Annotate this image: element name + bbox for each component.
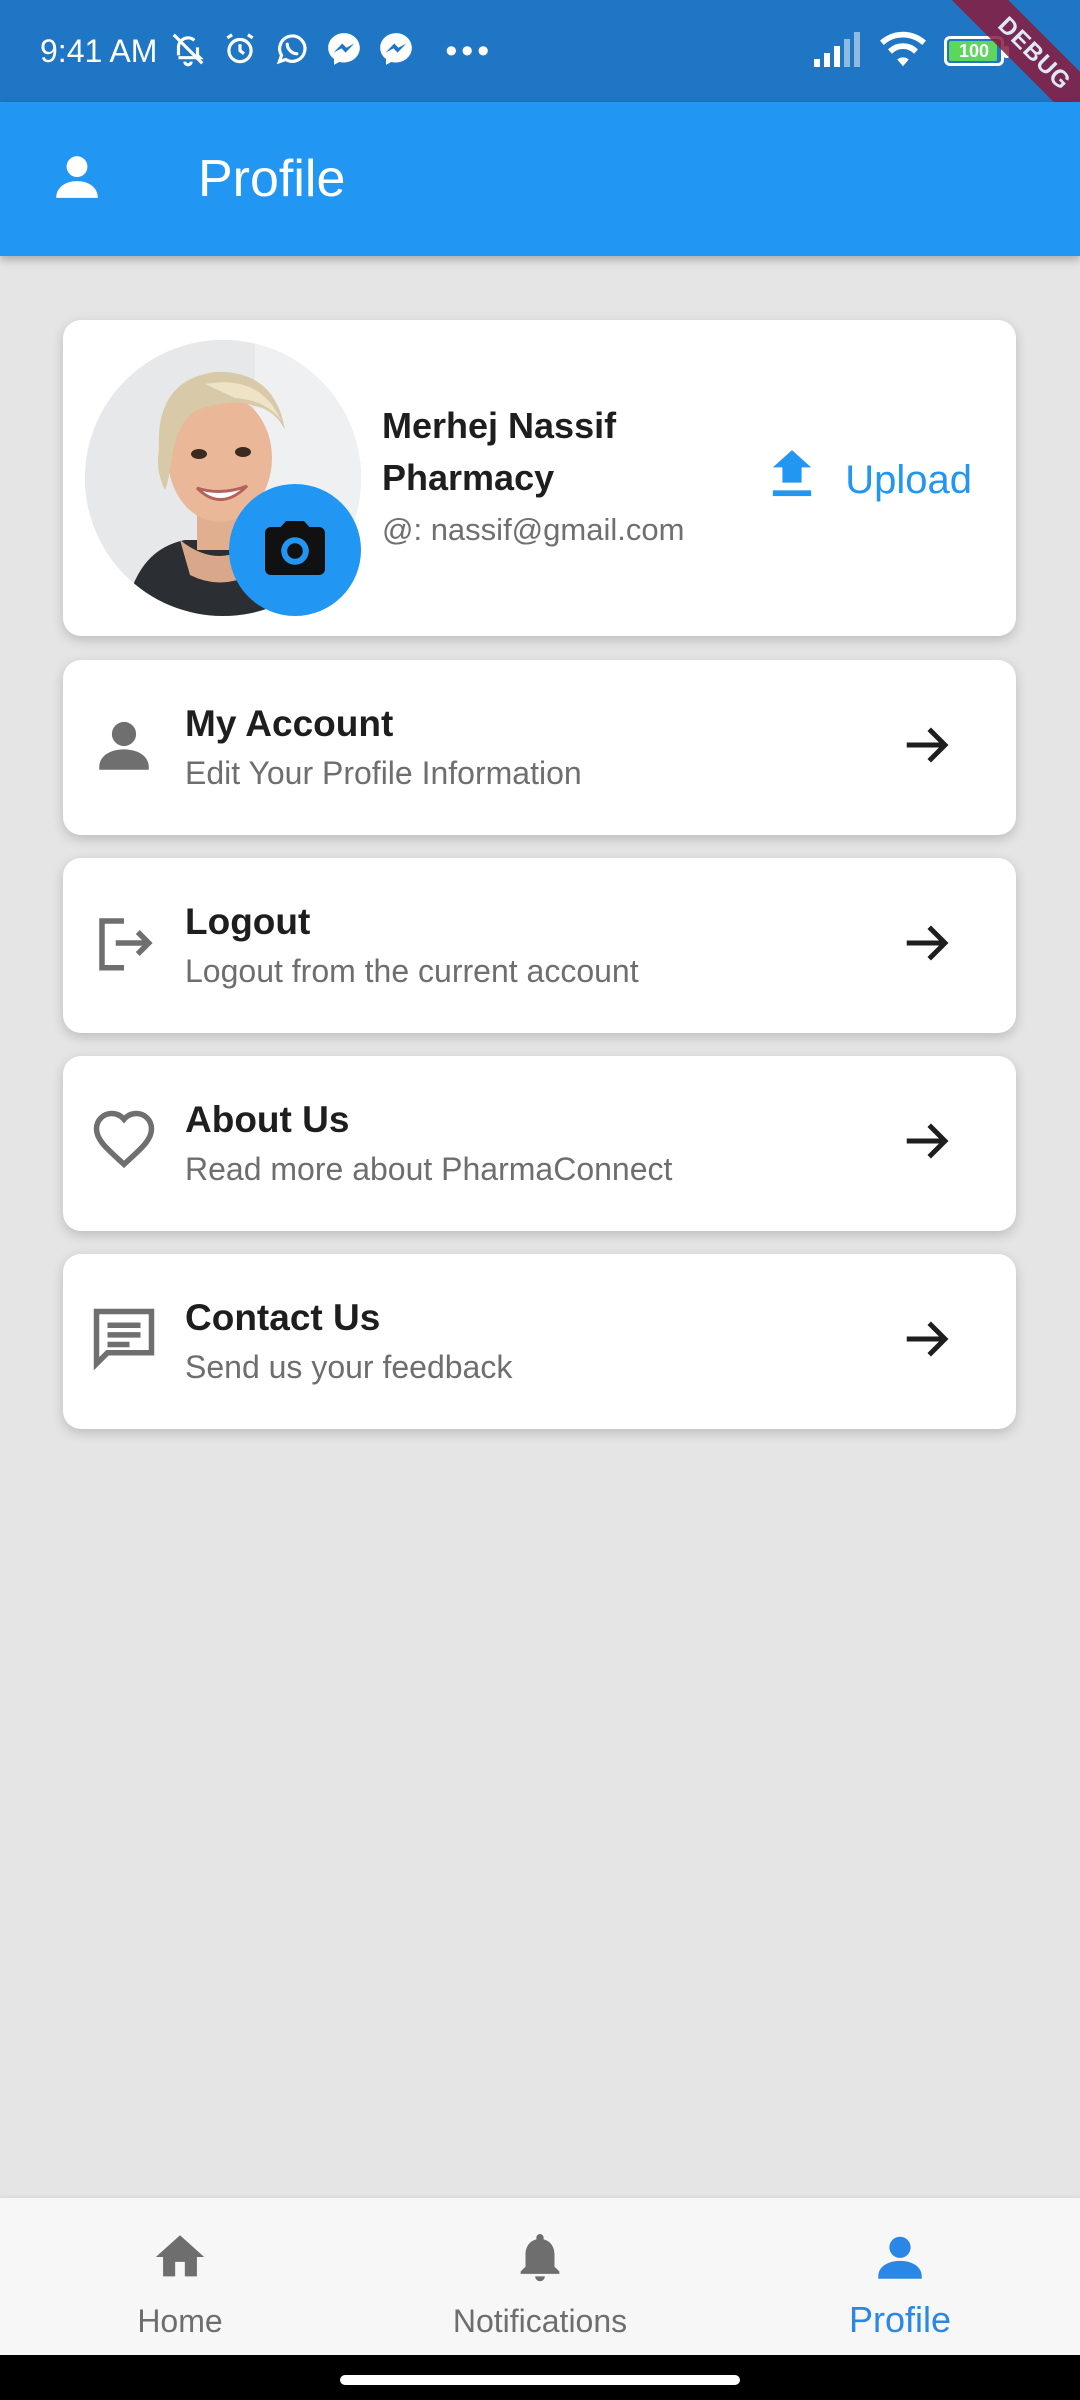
nav-item-home[interactable]: Home — [0, 2198, 360, 2355]
menu-item-title: Contact Us — [185, 1297, 381, 1338]
app-bar: Profile — [0, 102, 1080, 256]
menu-item-subtitle: Edit Your Profile Information — [185, 755, 582, 791]
person-icon — [63, 712, 157, 783]
status-bar: 9:41 AM ••• 100 DEBUG — [0, 0, 1080, 139]
menu-item-logout[interactable]: Logout Logout from the current account — [63, 858, 1016, 1033]
alarm-clock-icon — [221, 30, 259, 73]
signal-icon — [812, 31, 862, 72]
profile-info: Merhej Nassif Pharmacy @: nassif@gmail.c… — [382, 400, 742, 548]
upload-button[interactable]: Upload — [769, 450, 972, 510]
profile-email: @: nassif@gmail.com — [382, 512, 685, 547]
messenger-icon — [325, 30, 363, 73]
more-notifications-icon: ••• — [445, 32, 494, 70]
nav-item-label: Notifications — [452, 2303, 628, 2339]
menu-item-title: Logout — [185, 901, 311, 942]
menu-item-about-us[interactable]: About Us Read more about PharmaConnect — [63, 1056, 1016, 1231]
battery-level: 100 — [958, 40, 990, 61]
menu-item-title: About Us — [185, 1099, 350, 1140]
whatsapp-icon — [273, 30, 311, 73]
avatar-container — [85, 340, 361, 616]
profile-name: Merhej Nassif Pharmacy — [382, 405, 617, 498]
wifi-icon — [880, 31, 926, 72]
arrow-right-icon — [900, 916, 1016, 975]
home-icon — [151, 2228, 209, 2291]
menu-item-text: About Us Read more about PharmaConnect — [185, 1099, 900, 1188]
system-icons: 100 — [812, 31, 1009, 72]
person-icon — [871, 2228, 929, 2291]
bell-icon — [511, 2228, 569, 2291]
nav-item-label: Profile — [848, 2299, 952, 2340]
menu-item-subtitle: Logout from the current account — [185, 953, 639, 989]
chat-icon — [63, 1306, 157, 1377]
bottom-navigation: Home Notifications Profile — [0, 2198, 1080, 2355]
upload-label: Upload — [845, 457, 972, 502]
status-time: 9:41 AM — [40, 32, 158, 69]
home-indicator[interactable] — [340, 2375, 740, 2385]
nav-item-notifications[interactable]: Notifications — [360, 2198, 720, 2355]
nav-item-profile[interactable]: Profile — [720, 2198, 1080, 2355]
menu-item-text: Contact Us Send us your feedback — [185, 1297, 900, 1386]
arrow-right-icon — [900, 1312, 1016, 1371]
menu-item-title: My Account — [185, 703, 394, 744]
menu-item-contact-us[interactable]: Contact Us Send us your feedback — [63, 1254, 1016, 1429]
menu-item-my-account[interactable]: My Account Edit Your Profile Information — [63, 660, 1016, 835]
arrow-right-icon — [900, 718, 1016, 777]
messenger-icon — [377, 30, 415, 73]
menu-item-subtitle: Read more about PharmaConnect — [185, 1151, 673, 1187]
menu-item-text: Logout Logout from the current account — [185, 901, 900, 990]
nav-item-label: Home — [137, 2303, 223, 2339]
profile-card: Merhej Nassif Pharmacy @: nassif@gmail.c… — [63, 320, 1016, 636]
upload-icon — [769, 450, 815, 510]
notification-icons — [169, 30, 415, 73]
person-icon — [0, 152, 102, 207]
gesture-bar — [0, 2355, 1080, 2400]
camera-icon — [259, 512, 331, 589]
muted-alarm-icon — [169, 30, 207, 73]
arrow-right-icon — [900, 1114, 1016, 1173]
change-photo-button[interactable] — [229, 484, 361, 616]
menu-item-text: My Account Edit Your Profile Information — [185, 703, 900, 792]
logout-icon — [63, 910, 157, 981]
page-title: Profile — [198, 150, 346, 208]
heart-icon — [63, 1108, 157, 1179]
menu-item-subtitle: Send us your feedback — [185, 1349, 513, 1385]
